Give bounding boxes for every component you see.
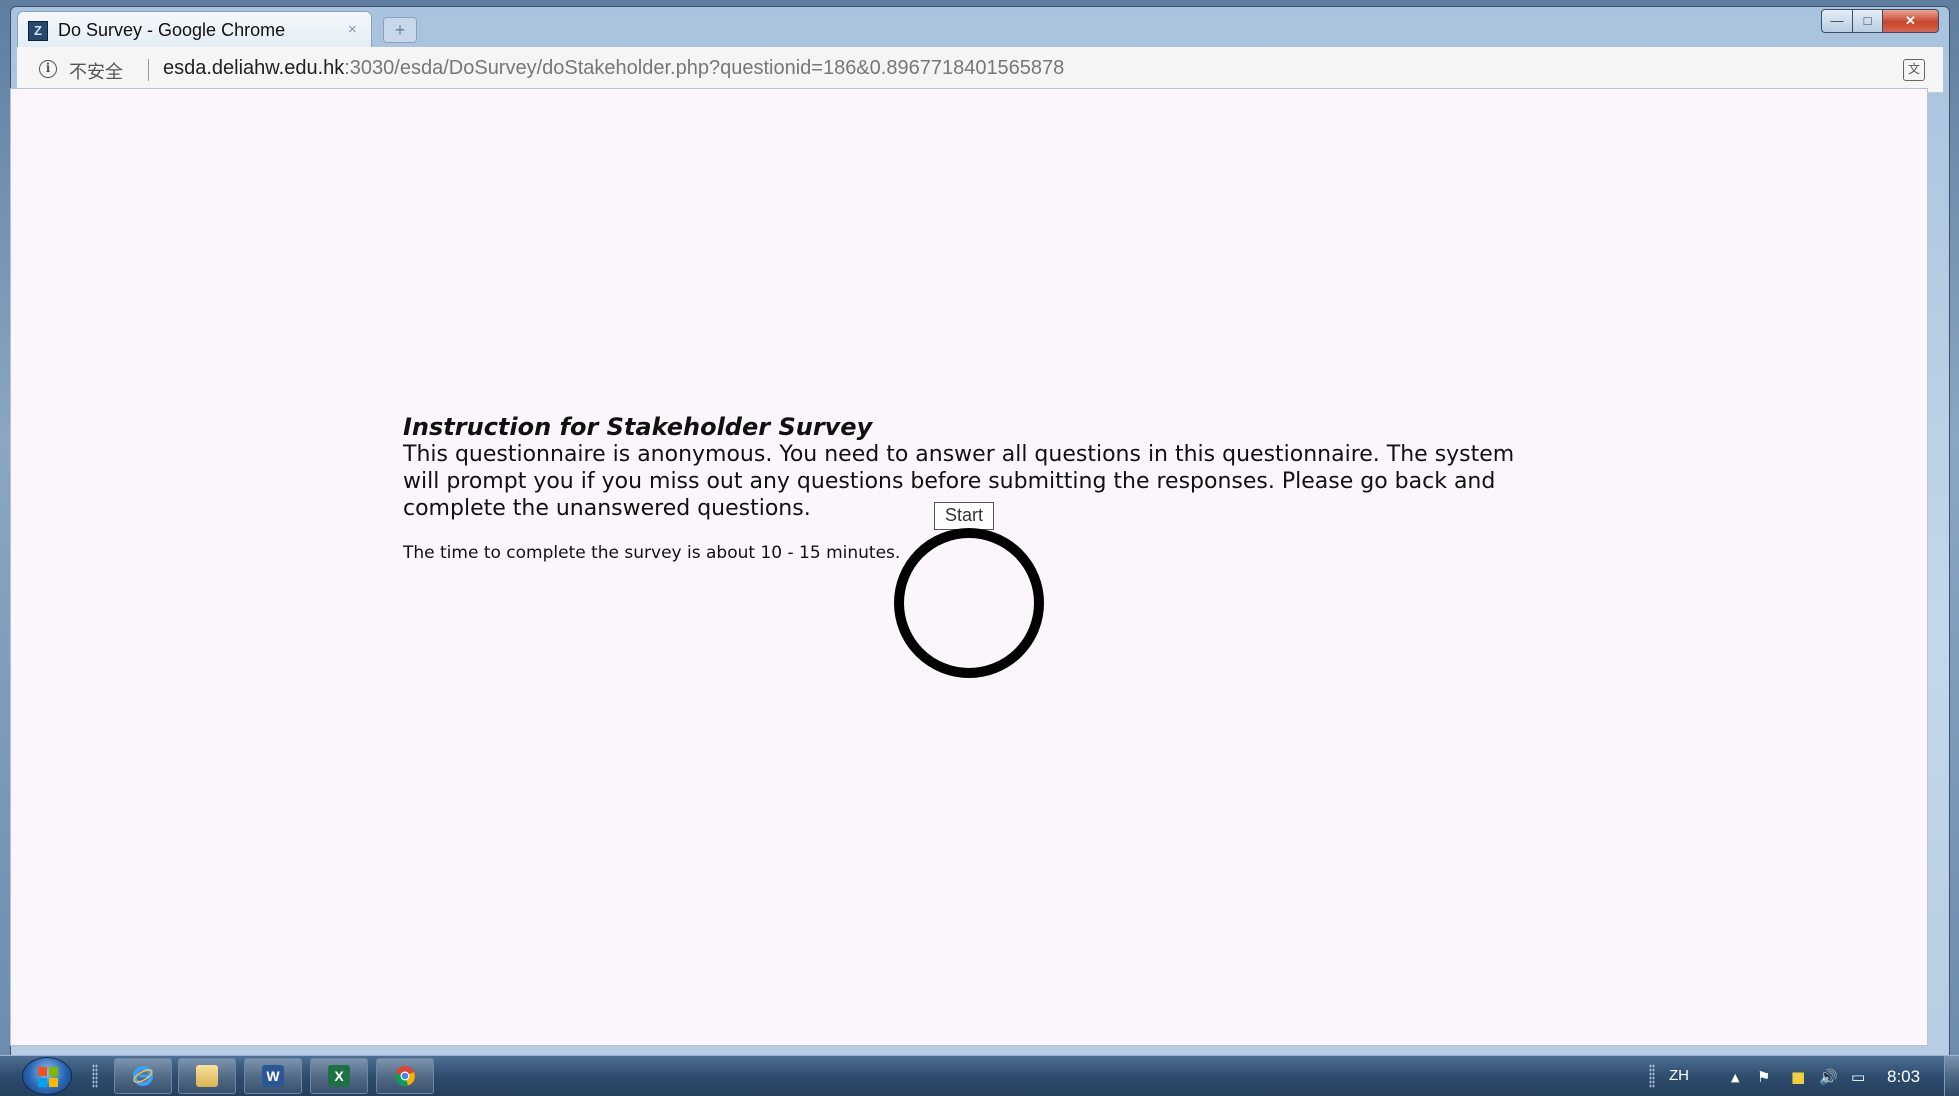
notification-icon[interactable]: ■ bbox=[1791, 1068, 1805, 1086]
site-favicon-icon: Z bbox=[28, 21, 48, 41]
info-icon[interactable]: i bbox=[39, 60, 57, 78]
security-label[interactable]: 不安全 bbox=[69, 58, 123, 84]
excel-icon: X bbox=[328, 1065, 350, 1087]
system-tray: ZH ▲ ⚑ ■ 🔊 ▭ 8:03 bbox=[1619, 1056, 1959, 1096]
title-bar: Z Do Survey - Google Chrome × + — □ ✕ bbox=[11, 7, 1949, 47]
start-menu-button[interactable] bbox=[22, 1057, 72, 1095]
volume-icon[interactable]: 🔊 bbox=[1819, 1068, 1838, 1086]
time-estimate-text: The time to complete the survey is about… bbox=[403, 543, 901, 563]
page-title: Instruction for Stakeholder Survey bbox=[403, 413, 873, 441]
close-button[interactable]: ✕ bbox=[1883, 9, 1939, 33]
taskbar-excel[interactable]: X bbox=[310, 1058, 368, 1094]
instructions-panel: Instruction for Stakeholder Survey This … bbox=[403, 413, 1543, 563]
language-indicator[interactable]: ZH bbox=[1669, 1067, 1689, 1084]
folder-icon bbox=[196, 1065, 218, 1087]
tab-close-icon[interactable]: × bbox=[348, 21, 357, 38]
minimize-button[interactable]: — bbox=[1821, 9, 1853, 33]
internet-explorer-icon bbox=[132, 1065, 154, 1087]
url-path: :3030/esda/DoSurvey/doStakeholder.php?qu… bbox=[344, 57, 1065, 79]
word-icon: W bbox=[262, 1065, 284, 1087]
address-bar[interactable]: i 不安全 esda.deliahw.edu.hk:3030/esda/DoSu… bbox=[17, 47, 1943, 93]
windows-logo-icon bbox=[38, 1067, 58, 1087]
show-hidden-icons-icon[interactable]: ▲ bbox=[1731, 1071, 1739, 1084]
taskbar-file-explorer[interactable] bbox=[178, 1058, 236, 1094]
translate-icon[interactable]: 文 bbox=[1903, 59, 1925, 81]
clock[interactable]: 8:03 bbox=[1887, 1067, 1920, 1087]
network-icon[interactable]: ▭ bbox=[1851, 1068, 1865, 1086]
maximize-button[interactable]: □ bbox=[1853, 9, 1883, 33]
url-field[interactable]: esda.deliahw.edu.hk:3030/esda/DoSurvey/d… bbox=[163, 57, 1064, 80]
new-tab-button[interactable]: + bbox=[383, 17, 417, 43]
chrome-icon bbox=[394, 1065, 416, 1087]
browser-tab[interactable]: Z Do Survey - Google Chrome × bbox=[17, 11, 372, 47]
taskbar-word[interactable]: W bbox=[244, 1058, 302, 1094]
taskbar-grip bbox=[92, 1064, 98, 1088]
show-desktop-button[interactable] bbox=[1944, 1056, 1959, 1096]
address-separator bbox=[148, 59, 149, 81]
url-host: esda.deliahw.edu.hk bbox=[163, 57, 345, 79]
taskbar-chrome[interactable] bbox=[376, 1058, 434, 1094]
page-viewport: Instruction for Stakeholder Survey This … bbox=[10, 88, 1928, 1046]
tray-grip bbox=[1649, 1064, 1655, 1088]
start-button[interactable]: Start bbox=[934, 502, 994, 530]
taskbar: W X ZH ▲ ⚑ ■ 🔊 ▭ 8:03 bbox=[0, 1055, 1959, 1096]
action-center-flag-icon[interactable]: ⚑ bbox=[1757, 1068, 1770, 1086]
tab-title: Do Survey - Google Chrome bbox=[58, 20, 286, 40]
taskbar-internet-explorer[interactable] bbox=[114, 1058, 172, 1094]
window-controls: — □ ✕ bbox=[1821, 9, 1939, 35]
